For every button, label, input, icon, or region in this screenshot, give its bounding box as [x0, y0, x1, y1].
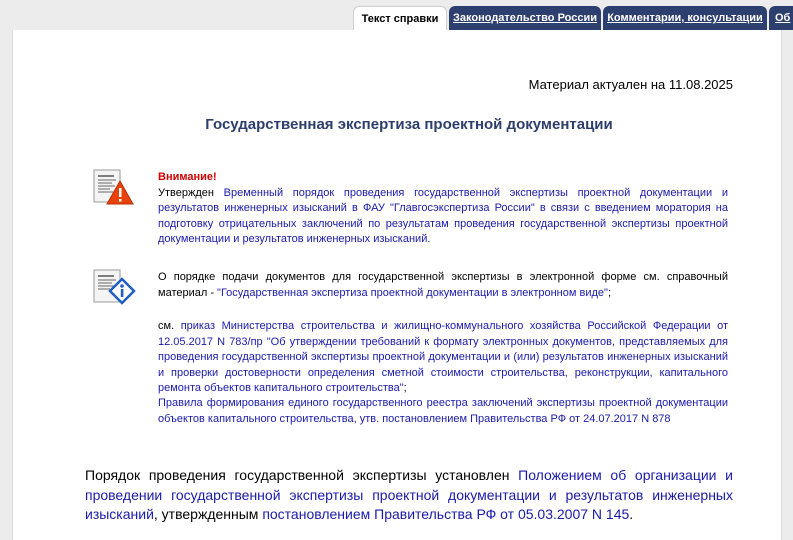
tab-russian-legislation[interactable]: Законодательство России: [449, 6, 601, 30]
procedure-prefix: Порядок проведения государственной экспе…: [85, 467, 519, 483]
procedure-suffix: .: [629, 506, 634, 522]
rules-block: Правила формирования единого государстве…: [158, 396, 728, 427]
page-title: Государственная экспертиза проектной док…: [205, 116, 613, 133]
document-page: Материал актуален на 11.08.2025 Государс…: [12, 30, 782, 540]
warning-heading: Внимание!: [158, 171, 217, 183]
actuality-date: Материал актуален на 11.08.2025: [528, 77, 733, 92]
see-order-block: см. приказ Министерства строительства и …: [158, 319, 728, 397]
electronic-expertise-link[interactable]: "Государственная экспертиза проектной до…: [217, 287, 608, 299]
document-info-icon: [92, 267, 136, 307]
warning-block: Внимание! Утвержден Временный порядок пр…: [158, 170, 728, 248]
procedure-middle: , утвержденным: [153, 506, 263, 522]
temporary-procedure-link[interactable]: Временный порядок проведения государстве…: [158, 187, 728, 246]
government-decree-link[interactable]: постановлением Правительства РФ от 05.03…: [262, 506, 629, 522]
tab-comments-consultations[interactable]: Комментарии, консультации: [603, 6, 767, 30]
registry-rules-link[interactable]: Правила формирования единого государстве…: [158, 397, 728, 425]
tab-bar: Текст справки Законодательство России Ко…: [0, 0, 793, 30]
procedure-paragraph: Порядок проведения государственной экспе…: [85, 466, 733, 525]
see-prefix: см.: [158, 320, 181, 332]
tab-reference-text[interactable]: Текст справки: [353, 6, 447, 30]
document-warning-icon: [92, 167, 136, 207]
tab-more[interactable]: Об: [769, 6, 793, 30]
ministry-order-link[interactable]: приказ Министерства строительства и жили…: [158, 320, 728, 394]
info-suffix: ;: [607, 286, 611, 299]
info-block: О порядке подачи документов для государс…: [158, 270, 728, 301]
warning-prefix: Утвержден: [158, 186, 224, 199]
see-suffix: ;: [403, 382, 407, 394]
